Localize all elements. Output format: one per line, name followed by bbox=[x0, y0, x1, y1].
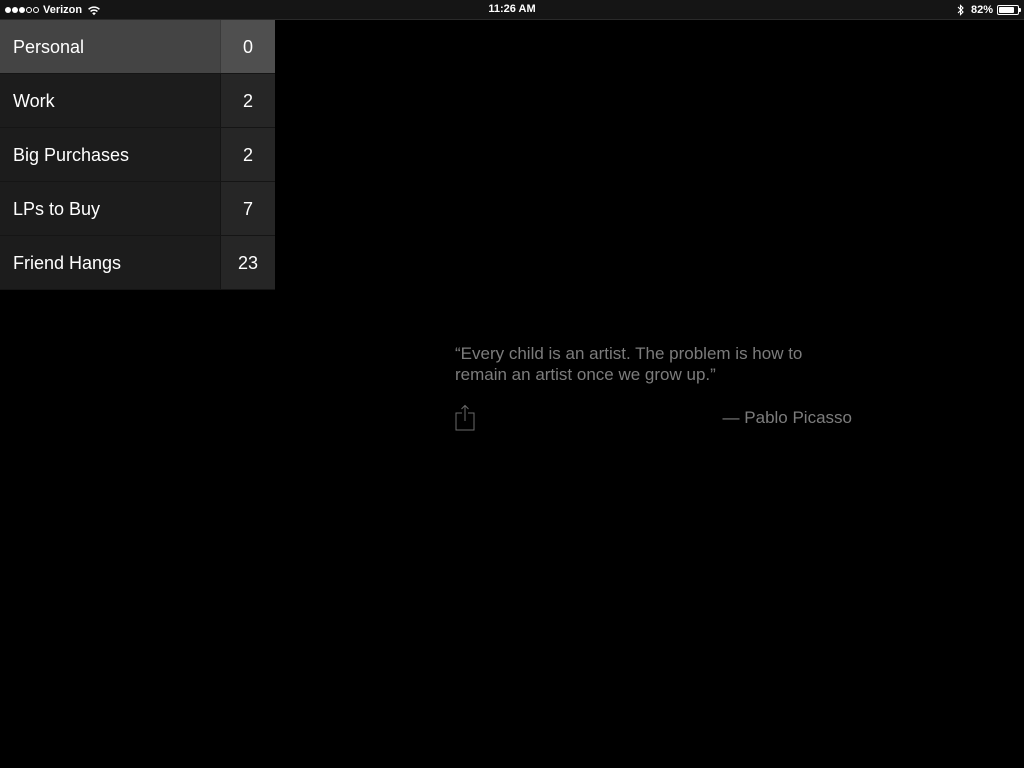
quote-text: “Every child is an artist. The problem i… bbox=[455, 344, 803, 384]
status-time: 11:26 AM bbox=[488, 3, 536, 15]
quote-block: “Every child is an artist. The problem i… bbox=[455, 343, 855, 432]
list-count: 2 bbox=[220, 128, 275, 181]
battery-nub bbox=[1019, 8, 1021, 12]
list-count: 0 bbox=[220, 20, 275, 73]
battery-fill bbox=[999, 7, 1014, 13]
bluetooth-icon bbox=[957, 4, 964, 16]
list-label: Friend Hangs bbox=[13, 253, 122, 273]
lists-panel: Personal 0 Work 2 Big Purchases 2 LPs to… bbox=[0, 20, 275, 290]
status-bar: Verizon 11:26 AM 82% bbox=[0, 0, 1024, 20]
list-item-personal[interactable]: Personal 0 bbox=[0, 20, 275, 74]
list-label: Work bbox=[13, 91, 55, 111]
list-item-friend-hangs[interactable]: Friend Hangs 23 bbox=[0, 236, 275, 290]
list-item-big-purchases[interactable]: Big Purchases 2 bbox=[0, 128, 275, 182]
list-label: Big Purchases bbox=[13, 145, 130, 165]
quote-author: — Pablo Picasso bbox=[722, 408, 852, 427]
share-icon[interactable] bbox=[455, 404, 475, 432]
list-item-work[interactable]: Work 2 bbox=[0, 74, 275, 128]
battery-icon bbox=[997, 5, 1021, 15]
list-count: 7 bbox=[220, 182, 275, 235]
quote-footer: — Pablo Picasso bbox=[455, 404, 855, 432]
list-count: 23 bbox=[220, 236, 275, 289]
status-right: 82% bbox=[957, 3, 1021, 17]
list-label: LPs to Buy bbox=[13, 199, 101, 219]
battery-percent: 82% bbox=[970, 4, 993, 16]
list-count: 2 bbox=[220, 74, 275, 127]
list-item-lps-to-buy[interactable]: LPs to Buy 7 bbox=[0, 182, 275, 236]
list-label: Personal bbox=[13, 37, 85, 57]
